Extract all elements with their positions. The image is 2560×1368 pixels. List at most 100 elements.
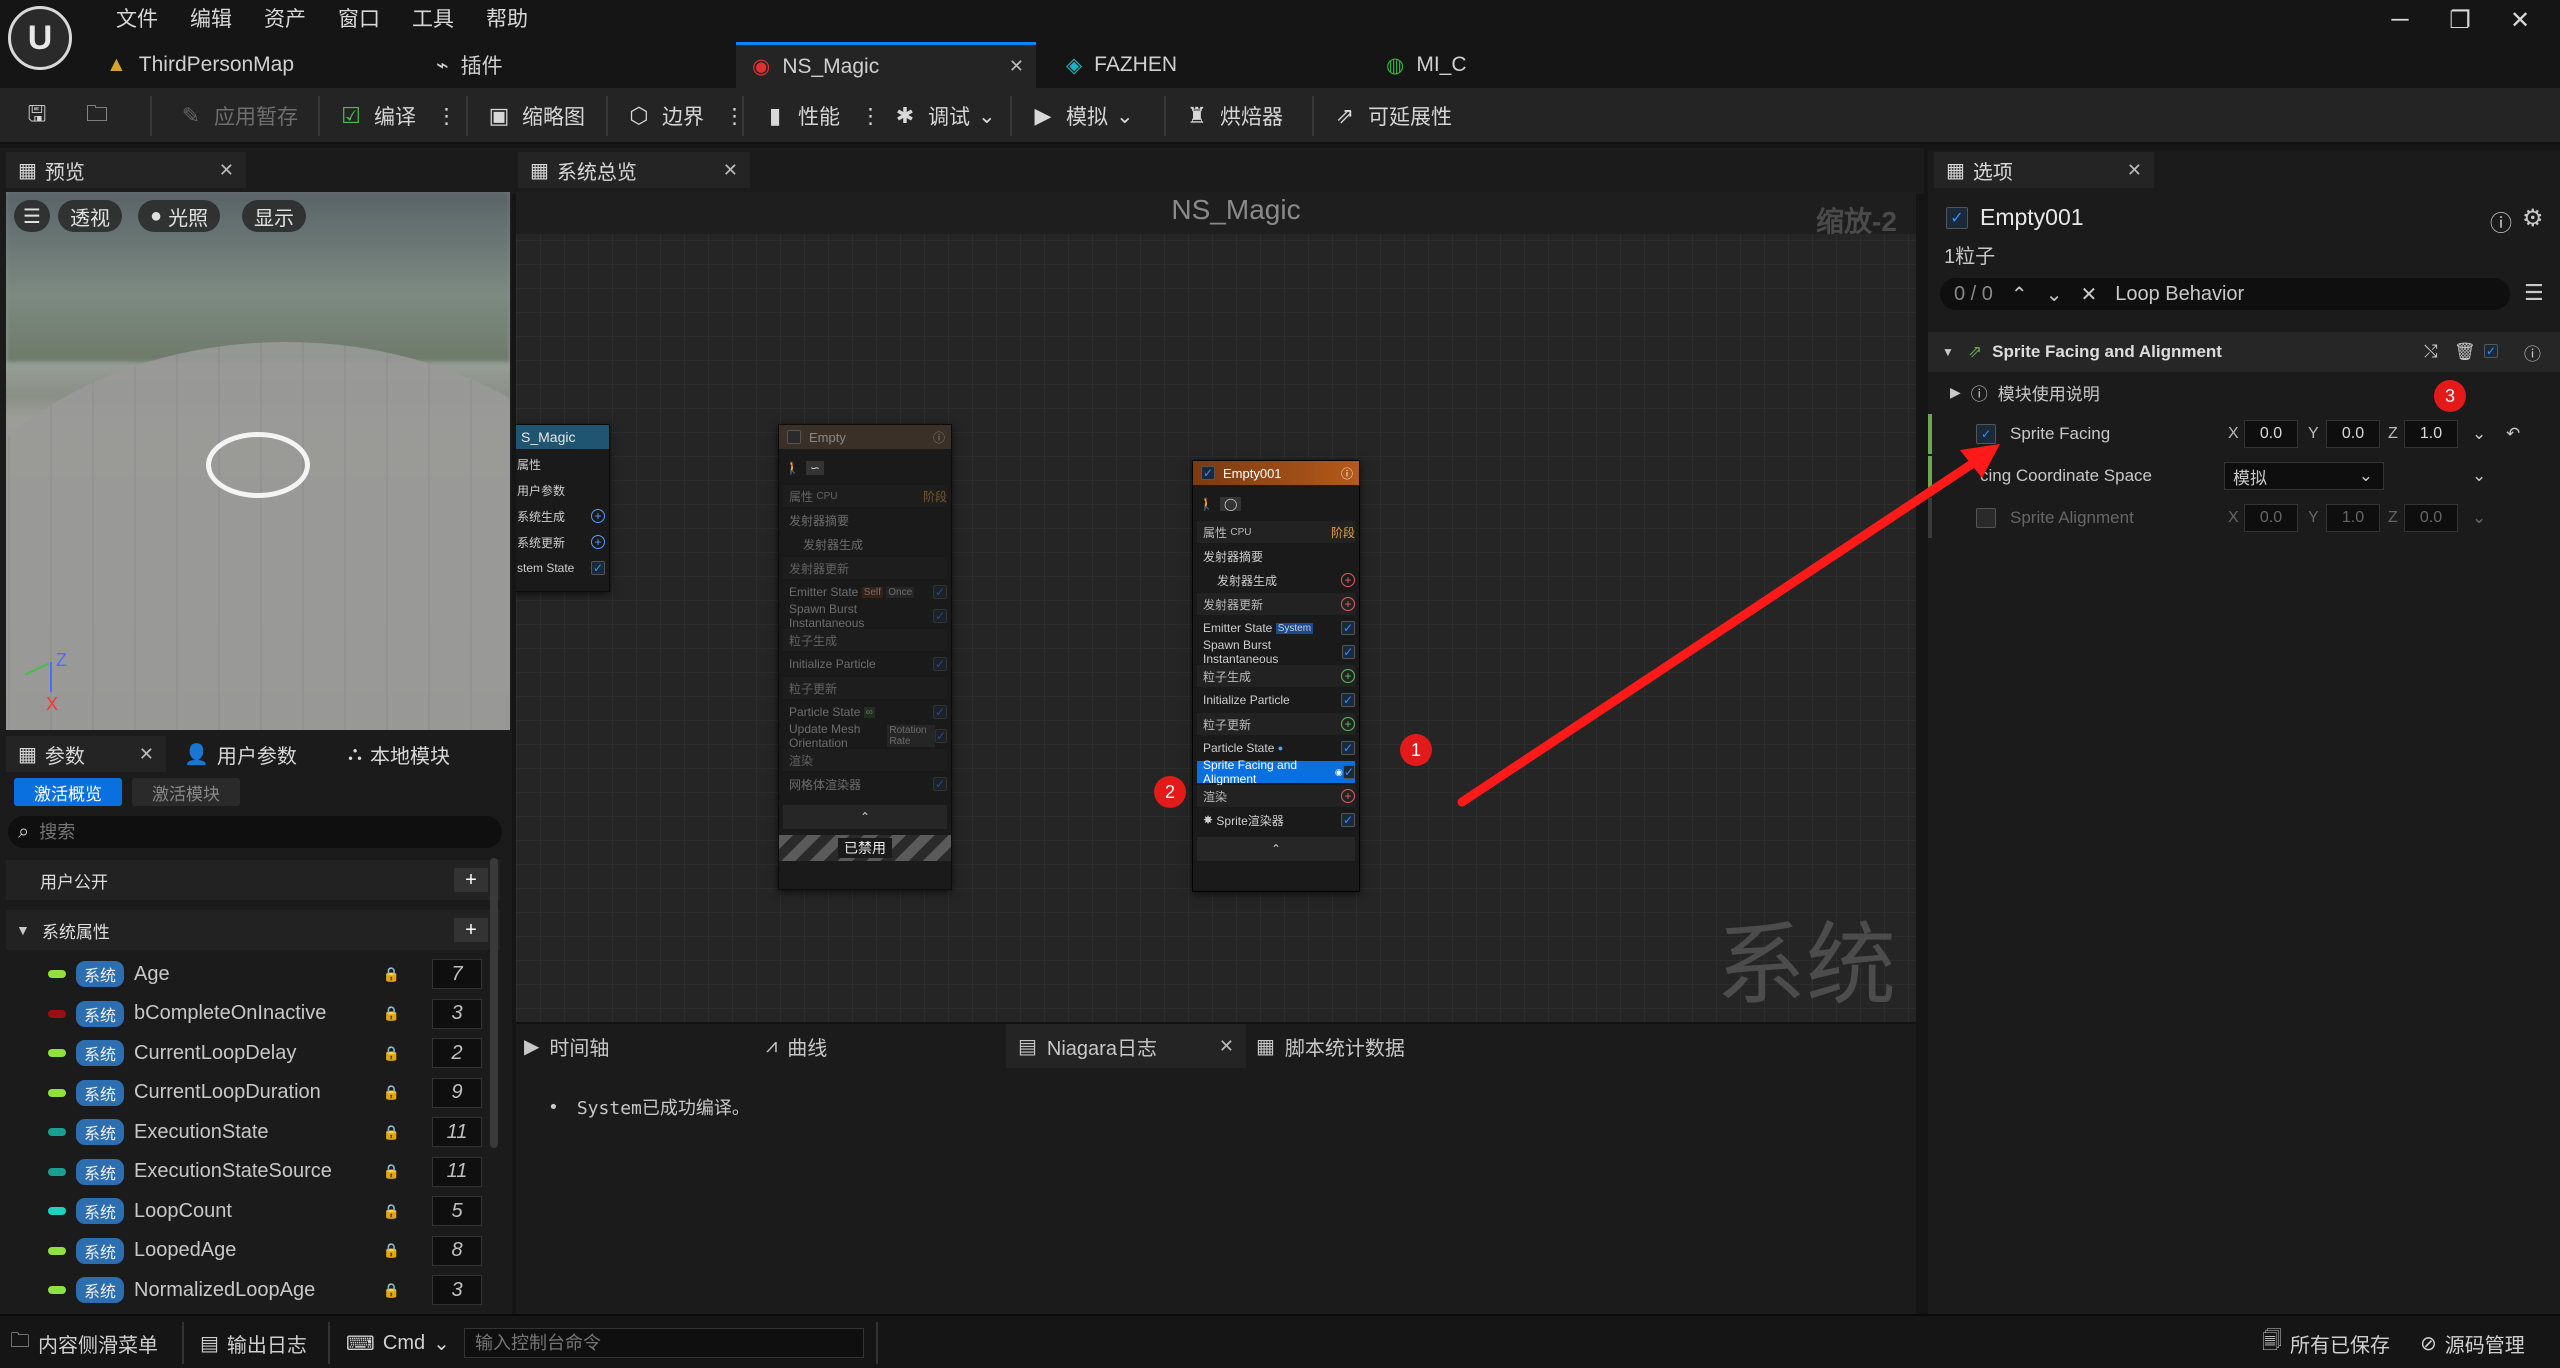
node-row-selected[interactable]: Sprite Facing and Alignment ◉ ✓ (1197, 758, 1355, 786)
param-row[interactable]: 系统 LoopedAge 🔒 8 (0, 1233, 500, 1269)
node-row[interactable]: 发射器更新 (783, 557, 947, 579)
show-button[interactable]: 显示 (242, 200, 306, 232)
tab-fazhen[interactable]: ◈ FAZHEN (1050, 42, 1350, 88)
emitter-node-empty[interactable]: Empty ⓘ 🚶 ∽ 属性 CPU 阶段 发射器摘要 发射器生成 发射器更新 Em… (778, 424, 952, 890)
node-row[interactable]: 渲染 + (1197, 785, 1355, 807)
param-row[interactable]: 系统 CurrentLoopDelay 🔒 2 (0, 1035, 500, 1071)
kebab-icon[interactable]: ⋮ (860, 104, 881, 129)
scalability-button[interactable]: ⇗ 可延展性 (1330, 98, 1452, 134)
menu-help[interactable]: 帮助 (470, 3, 544, 33)
tab-ns-magic[interactable]: ◉ NS_Magic ✕ (736, 42, 1036, 88)
node-row[interactable]: Initialize Particle ✓ (1197, 689, 1355, 711)
sprite-facing-z[interactable]: 1.0 (2404, 420, 2458, 448)
node-row[interactable]: ✸ Sprite渲染器 ✓ (1197, 809, 1355, 831)
node-row[interactable]: 属性 (516, 453, 605, 475)
content-drawer-button[interactable]: 🗀 内容侧滑菜单 (10, 1326, 158, 1360)
clear-icon[interactable]: ✕ (2080, 282, 2097, 307)
add-user-param-button[interactable]: + (454, 868, 488, 892)
add-icon[interactable]: + (1341, 597, 1355, 611)
tab-local-modules[interactable]: ⛬ 本地模块 (336, 736, 506, 772)
search-field[interactable]: ⌕ (8, 816, 502, 848)
tab-plugins[interactable]: ⌁ 插件 (420, 42, 720, 88)
node-row[interactable]: 粒子生成 + (1197, 665, 1355, 687)
node-row[interactable]: 网格体渲染器 ✓ (783, 773, 947, 795)
all-saved-status[interactable]: 🗐 所有已保存 (2262, 1326, 2390, 1360)
system-node[interactable]: S_Magic 属性 用户参数 系统生成 + 系统更新 + stem State ✓ (516, 424, 610, 592)
trash-icon[interactable]: 🗑 (2454, 342, 2476, 362)
minimize-icon[interactable]: ─ (2370, 6, 2430, 34)
enable-checkbox[interactable] (787, 430, 801, 444)
info-icon[interactable]: ⓘ (2490, 206, 2512, 238)
node-row[interactable]: 系统更新 + (516, 531, 605, 553)
sprite-alignment-z[interactable]: 0.0 (2404, 504, 2458, 532)
sprite-facing-row[interactable]: ✓ Sprite Facing X 0.0 Y 0.0 Z 1.0 ⌄ ↶ (1928, 414, 2560, 454)
sprite-facing-y[interactable]: 0.0 (2326, 420, 2380, 448)
search-input[interactable] (39, 821, 460, 843)
add-icon[interactable]: + (591, 535, 605, 549)
emitter-enable-checkbox[interactable]: ✓ (1946, 206, 1968, 229)
shuffle-icon[interactable]: ⤭ (2424, 342, 2438, 362)
module-enable-checkbox[interactable]: ✓ (2484, 344, 2498, 358)
compile-button[interactable]: ☑ 编译 ⋮ (336, 98, 457, 134)
close-icon[interactable]: ✕ (139, 744, 154, 765)
param-row[interactable]: 系统 bCompleteOnInactive 🔒 3 (0, 996, 500, 1032)
cmd-dropdown[interactable]: ⌨ Cmd ⌄ (346, 1326, 450, 1360)
tab-niagara-log[interactable]: ▤ Niagara日志 ✕ (1006, 1024, 1246, 1068)
system-attrs-section[interactable]: ▼ 系统属性 + (6, 910, 500, 950)
options-search[interactable]: 0 / 0 ⌃ ⌄ ✕ Loop Behavior (1940, 278, 2510, 310)
sprite-alignment-x[interactable]: 0.0 (2244, 504, 2298, 532)
coord-space-dropdown[interactable]: 模拟 ⌄ (2224, 462, 2384, 490)
node-row[interactable]: 发射器更新 + (1197, 593, 1355, 615)
preview-viewport[interactable]: ☰ 透视 ● 光照 显示 Z X (6, 192, 510, 730)
system-overview-graph[interactable]: NS_Magic 缩放-2 系统 S_Magic 属性 用户参数 系统生成 + 系… (516, 192, 1916, 1022)
node-row[interactable]: 系统生成 + (516, 505, 605, 527)
close-window-icon[interactable]: ✕ (2490, 6, 2550, 35)
node-row[interactable]: 用户参数 (516, 479, 605, 501)
menu-file[interactable]: 文件 (100, 3, 174, 33)
sprite-facing-x[interactable]: 0.0 (2244, 420, 2298, 448)
add-icon[interactable]: + (591, 509, 605, 523)
add-icon[interactable]: + (1341, 573, 1355, 587)
viewport-menu-button[interactable]: ☰ (14, 200, 50, 232)
node-row[interactable]: 发射器摘要 (783, 509, 947, 531)
performance-button[interactable]: ▮ 性能 ⋮ (760, 98, 881, 134)
node-row[interactable]: Initialize Particle ✓ (783, 653, 947, 675)
tab-curves[interactable]: ⩘ 曲线 (766, 1024, 827, 1068)
reset-icon[interactable]: ↶ (2506, 424, 2520, 444)
chevron-down-icon[interactable]: ⌄ (2472, 466, 2486, 486)
node-row[interactable]: Update Mesh Orientation Rotation Rate ✓ (783, 722, 947, 750)
node-row[interactable]: Spawn Burst Instantaneous ✓ (783, 602, 947, 630)
param-row[interactable]: 系统 NormalizedLoopAge 🔒 3 (0, 1272, 500, 1308)
unreal-logo-icon[interactable]: U (8, 6, 72, 70)
restore-icon[interactable]: ❐ (2430, 6, 2490, 35)
thumbnail-button[interactable]: ▣ 缩略图 (484, 98, 585, 134)
coord-space-row[interactable]: cing Coordinate Space 模拟 ⌄ ⌄ (1928, 456, 2560, 496)
browse-button[interactable]: 🗀 (82, 98, 112, 134)
collapse-button[interactable]: ⌃ (783, 805, 947, 829)
chevron-down-icon[interactable]: ⌄ (2046, 282, 2063, 307)
menu-edit[interactable]: 编辑 (174, 3, 248, 33)
baker-button[interactable]: ♜ 烘焙器 (1182, 98, 1283, 134)
emitter-node-empty001[interactable]: ✓ Empty001 ⓘ 🚶 ◯ 属性 CPU 阶段 发射器摘要 发射器生成 + 发射… (1192, 460, 1360, 892)
menu-window[interactable]: 窗口 (322, 3, 396, 33)
node-row[interactable]: 渲染 (783, 749, 947, 771)
save-button[interactable]: 🖫 (22, 98, 52, 134)
tab-options[interactable]: ▦ 选项 ✕ (1934, 152, 2154, 188)
close-icon[interactable]: ✕ (1219, 1036, 1234, 1057)
module-header[interactable]: ▼ ⇗ Sprite Facing and Alignment ⤭ 🗑 ✓ ⓘ (1928, 332, 2560, 372)
tab-preview[interactable]: ▦ 预览 ✕ (6, 152, 246, 188)
param-row[interactable]: 系统 LoopCount 🔒 5 (0, 1193, 500, 1229)
node-row[interactable]: 发射器摘要 (1197, 545, 1355, 567)
node-row[interactable]: 属性 CPU 阶段 (783, 485, 947, 507)
info-icon[interactable]: ⓘ (2524, 340, 2541, 365)
output-log-button[interactable]: ▤ 输出日志 (200, 1326, 307, 1360)
param-row[interactable]: 系统 ExecutionState 🔒 11 (0, 1114, 500, 1150)
enable-checkbox[interactable]: ✓ (1201, 466, 1215, 480)
menu-tools[interactable]: 工具 (396, 3, 470, 33)
node-row[interactable]: stem State ✓ (516, 557, 605, 579)
collapse-button[interactable]: ⌃ (1197, 837, 1355, 861)
tab-user-params[interactable]: 👤 用户参数 (172, 736, 332, 772)
param-row[interactable]: 系统 Age 🔒 7 (0, 956, 500, 992)
filter-icon[interactable]: ☰ (2524, 280, 2544, 306)
close-tab-icon[interactable]: ✕ (1009, 56, 1024, 77)
